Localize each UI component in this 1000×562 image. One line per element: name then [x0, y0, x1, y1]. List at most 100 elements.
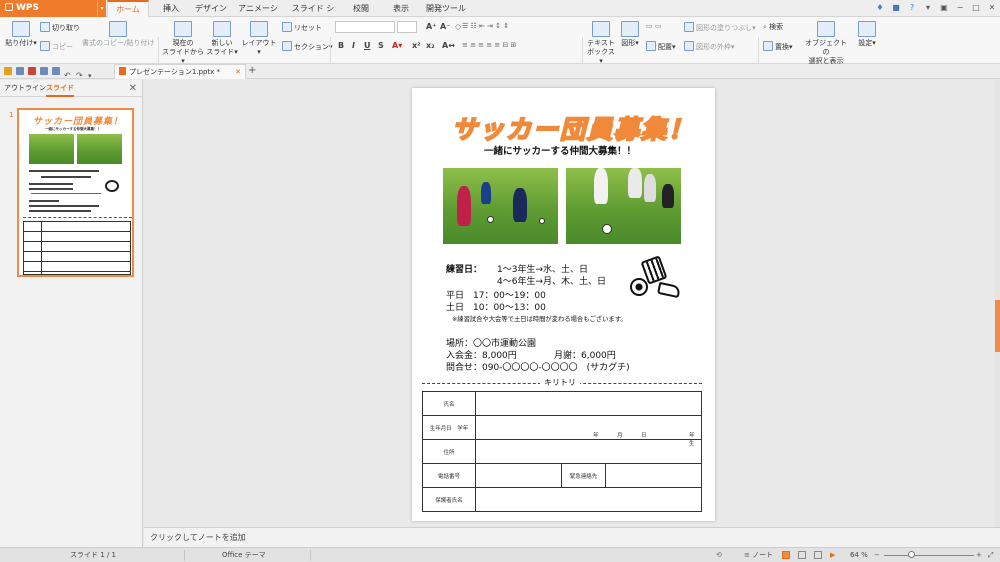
shadow-button[interactable]: S: [378, 41, 384, 50]
thumb-text-line: [31, 193, 101, 194]
new-tab-icon[interactable]: +: [248, 64, 256, 78]
tab-insert[interactable]: 挿入: [156, 0, 186, 17]
schedule-note: ※練習試合や大会等で土日は時間が変わる場合もございます。: [452, 316, 627, 323]
history-icon[interactable]: ⟲: [716, 548, 722, 562]
undo-icon[interactable]: ↶: [64, 72, 72, 80]
close-panel-icon[interactable]: ✕: [129, 80, 137, 97]
window-controls: ♦ ■? ▾ ▣ − □ ✕: [872, 0, 1000, 17]
slideshow-play-icon[interactable]: ▶: [830, 548, 835, 562]
section-button[interactable]: セクション▾: [282, 41, 333, 52]
superscript-button[interactable]: x²: [412, 41, 421, 50]
cut-button[interactable]: 切り取り: [40, 22, 80, 33]
menu-chevron-icon[interactable]: ▾: [922, 2, 934, 14]
user-icon[interactable]: ■: [890, 2, 902, 14]
form-name-field[interactable]: [475, 391, 702, 416]
tab-slideshow[interactable]: スライド ショー: [290, 0, 336, 30]
notes-toggle[interactable]: ≡ ノート: [744, 548, 773, 562]
paste-button[interactable]: 貼り付け▾: [4, 21, 38, 48]
zoom-in-icon[interactable]: +: [976, 548, 982, 562]
shape-outline-button[interactable]: 図形の外枠▾: [684, 41, 735, 52]
print-preview-icon[interactable]: [52, 67, 60, 75]
slide-thumbnail[interactable]: サッカー団員募集！ 一緒にサッカーする仲間大募集！！: [17, 108, 134, 277]
chevron-down-icon[interactable]: ▾: [97, 0, 106, 17]
player-figure: [481, 182, 491, 204]
form-guardian-field[interactable]: [475, 487, 702, 512]
form-birth-field[interactable]: 年 月 日 年生: [475, 415, 702, 447]
redo-icon[interactable]: ↷: [76, 72, 84, 80]
format-painter-button[interactable]: 書式のコピー/貼り付け: [82, 21, 154, 48]
tab-animation[interactable]: アニメーション: [235, 0, 281, 30]
textbox-button[interactable]: テキスト ボックス▾: [586, 21, 616, 66]
open-icon[interactable]: [4, 67, 12, 75]
player-figure: [513, 188, 527, 222]
player-figure: [628, 168, 642, 198]
tab-slides[interactable]: スライド: [46, 80, 74, 97]
clear-format-icon[interactable]: ◇: [455, 22, 461, 31]
thumb-ball-icon: [105, 180, 119, 192]
soccer-photo-1: [443, 168, 558, 244]
zoom-slider-track[interactable]: [884, 555, 974, 556]
thumb-text-line: [29, 205, 99, 207]
new-slide-button[interactable]: 新しい スライド▾: [206, 21, 238, 57]
shape-fill-button[interactable]: 図形の塗りつぶし▾: [684, 22, 756, 33]
reading-view-button[interactable]: [814, 551, 822, 559]
paragraph-align-icons[interactable]: ≡ ≡ ≡ ≡ ≡ ⊟ ⊞: [462, 41, 516, 49]
tab-view[interactable]: 表示: [388, 0, 414, 17]
print-icon[interactable]: [40, 67, 48, 75]
underline-button[interactable]: U: [364, 41, 371, 50]
form-emergency-label: 緊急連絡先: [561, 463, 606, 488]
font-color-button[interactable]: A▾: [392, 41, 402, 50]
font-size-select[interactable]: [397, 21, 417, 33]
form-address-field[interactable]: [475, 439, 702, 464]
font-shrink-button[interactable]: A⁻: [440, 22, 450, 31]
help-icon[interactable]: ?: [906, 2, 918, 14]
maximize-icon[interactable]: □: [970, 2, 982, 14]
save-icon[interactable]: [16, 67, 24, 75]
notes-pane[interactable]: クリックしてノートを追加: [144, 527, 1000, 547]
tab-design[interactable]: デザイン: [193, 0, 229, 17]
skin-icon[interactable]: ♦: [874, 2, 886, 14]
scroll-thumb[interactable]: [995, 300, 1000, 352]
form-emergency-field[interactable]: [605, 463, 702, 488]
tab-review[interactable]: 校閲: [348, 0, 374, 17]
customize-chevron-icon[interactable]: ▾: [88, 72, 96, 80]
close-tab-icon[interactable]: ✕: [235, 65, 241, 79]
paragraph-list-icons[interactable]: ☰ ☷ ⇤ ⇥ ↕ ⇕: [462, 22, 509, 30]
font-grow-button[interactable]: A⁺: [426, 22, 436, 31]
layout-button[interactable]: レイアウト▾: [240, 21, 278, 57]
document-tab[interactable]: プレゼンテーション1.pptx * ✕: [114, 64, 246, 79]
form-phone-field[interactable]: [475, 463, 562, 488]
spacing-button[interactable]: A↔: [442, 41, 455, 50]
replace-button[interactable]: 置換▾: [763, 41, 793, 52]
export-pdf-icon[interactable]: [28, 67, 36, 75]
shape-style-icons[interactable]: ▭ ▭: [646, 22, 661, 30]
slide[interactable]: サッカー団員募集！ 一緒にサッカーする仲間大募集！！ 練習日： 1～3年生→水、…: [412, 88, 715, 521]
settings-button[interactable]: 設定▾: [854, 21, 880, 48]
outline-icon: [684, 41, 694, 51]
tab-outline[interactable]: アウトライン: [4, 80, 46, 97]
restore-icon[interactable]: ▣: [938, 2, 950, 14]
shape-button[interactable]: 図形▾: [618, 21, 642, 48]
from-current-slide-button[interactable]: 現在の スライドから▾: [162, 21, 204, 66]
tab-developer[interactable]: 開発ツール: [426, 0, 466, 17]
selection-pane-button[interactable]: オブジェクトの 選択と表示: [804, 21, 848, 66]
tab-home[interactable]: ホーム: [107, 0, 149, 18]
app-menu-button[interactable]: WPS Presentation▾: [0, 0, 106, 30]
find-button[interactable]: ⌕ 検索: [763, 22, 783, 32]
close-icon[interactable]: ✕: [986, 2, 998, 14]
normal-view-button[interactable]: [782, 551, 790, 559]
slide-sorter-button[interactable]: [798, 551, 806, 559]
zoom-slider-handle[interactable]: [908, 551, 915, 558]
minimize-icon[interactable]: −: [954, 2, 966, 14]
fit-window-icon[interactable]: ⤢: [988, 548, 994, 562]
reset-button[interactable]: リセット: [282, 22, 322, 33]
arrange-button[interactable]: 配置▾: [646, 41, 676, 52]
copy-button[interactable]: コピー: [40, 41, 73, 52]
notes-icon: ≡: [744, 551, 753, 559]
bold-button[interactable]: B: [338, 41, 344, 50]
zoom-out-icon[interactable]: −: [874, 548, 880, 562]
subscript-button[interactable]: x₂: [426, 41, 435, 50]
italic-button[interactable]: I: [352, 41, 355, 50]
divider: [310, 550, 311, 561]
font-family-select[interactable]: [335, 21, 395, 33]
